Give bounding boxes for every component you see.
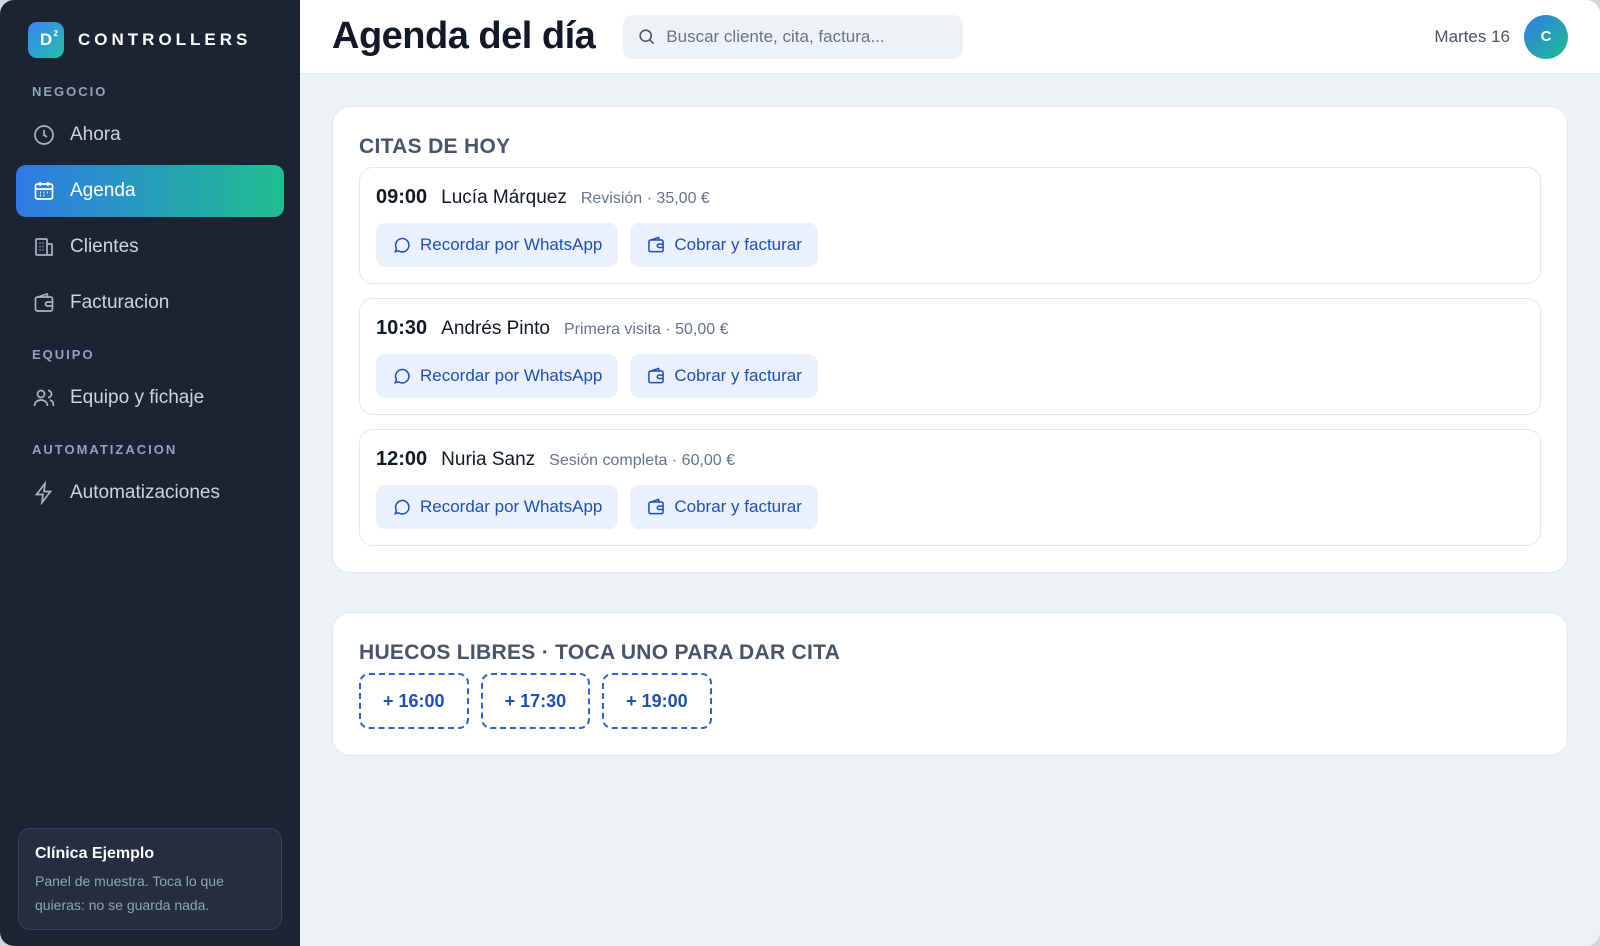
appointment-header: 09:00 Lucía Márquez Revisión · 35,00 € [376, 186, 1524, 209]
remind-whatsapp-button[interactable]: Recordar por WhatsApp [376, 223, 619, 267]
free-slot-button[interactable]: + 17:30 [480, 673, 591, 729]
charge-invoice-button[interactable]: Cobrar y facturar [630, 223, 818, 267]
free-slots-card: HUECOS LIBRES · TOCA UNO PARA DAR CITA +… [332, 612, 1568, 756]
chat-bubble-icon [394, 368, 410, 384]
appointment-item: 10:30 Andrés Pinto Primera visita · 50,0… [359, 298, 1541, 415]
appointment-actions: Recordar por WhatsApp Cobrar y facturar [376, 354, 1524, 398]
appointment-client[interactable]: Andrés Pinto [441, 318, 550, 340]
button-label: Recordar por WhatsApp [420, 497, 603, 516]
appointment-client[interactable]: Nuria Sanz [441, 449, 535, 471]
remind-whatsapp-button[interactable]: Recordar por WhatsApp [376, 485, 619, 529]
sidebar-item-equipo[interactable]: Equipo y fichaje [16, 372, 284, 424]
appointment-item: 12:00 Nuria Sanz Sesión completa · 60,00… [359, 429, 1541, 546]
logo-letter: D [39, 30, 53, 49]
page-title: Agenda del día [332, 15, 596, 57]
free-slot-button[interactable]: + 16:00 [359, 673, 469, 729]
app-window: D2 CONTROLLERS NEGOCIO Ahora Agenda Clie… [0, 0, 1600, 946]
button-label: Recordar por WhatsApp [420, 235, 603, 254]
date-label: Martes 16 [1434, 26, 1510, 46]
charge-invoice-button[interactable]: Cobrar y facturar [630, 485, 818, 529]
button-label: Cobrar y facturar [674, 497, 802, 516]
logo-sup: 2 [53, 29, 58, 38]
section-label-negocio: NEGOCIO [32, 84, 108, 99]
free-slots-title: HUECOS LIBRES · TOCA UNO PARA DAR CITA [359, 641, 841, 664]
appointment-header: 12:00 Nuria Sanz Sesión completa · 60,00… [376, 448, 1524, 471]
top-right: Martes 16 C [1434, 14, 1568, 59]
sidebar-item-label: Facturacion [70, 292, 170, 313]
chat-bubble-icon [394, 499, 410, 515]
search-box[interactable] [623, 14, 964, 59]
appointment-meta: Sesión completa · 60,00 € [549, 452, 736, 469]
search-input[interactable] [666, 26, 927, 47]
sidebar-item-ahora[interactable]: Ahora [16, 109, 284, 161]
free-slots-list: + 16:00 + 17:30 + 19:00 [359, 673, 1541, 729]
clinic-card: Clínica Ejemplo Panel de muestra. Toca l… [18, 828, 282, 930]
wallet-icon [648, 236, 665, 253]
wallet-icon [648, 367, 665, 384]
section-label-equipo: EQUIPO [32, 347, 95, 362]
calendar-icon [34, 182, 54, 200]
search-icon [639, 29, 655, 45]
appointment-actions: Recordar por WhatsApp Cobrar y facturar [376, 223, 1524, 267]
button-label: Cobrar y facturar [674, 235, 802, 254]
users-icon [33, 389, 55, 407]
sidebar: D2 CONTROLLERS NEGOCIO Ahora Agenda Clie… [0, 0, 300, 946]
avatar[interactable]: C [1524, 14, 1568, 59]
charge-invoice-button[interactable]: Cobrar y facturar [630, 354, 818, 398]
button-label: Cobrar y facturar [674, 366, 802, 385]
appointment-actions: Recordar por WhatsApp Cobrar y facturar [376, 485, 1524, 529]
clinic-name: Clínica Ejemplo [35, 845, 155, 862]
brand-logo: D2 [28, 22, 64, 58]
building-icon [35, 238, 53, 256]
appointment-meta: Primera visita · 50,00 € [563, 321, 729, 338]
appointment-time: 10:30 [376, 317, 428, 339]
remind-whatsapp-button[interactable]: Recordar por WhatsApp [376, 354, 619, 398]
wallet-icon [648, 498, 665, 515]
bolt-icon [34, 481, 53, 505]
appointment-time: 09:00 [376, 186, 428, 208]
brand-name: CONTROLLERS [78, 30, 252, 49]
appointment-client[interactable]: Lucía Márquez [441, 187, 567, 209]
sidebar-item-agenda[interactable]: Agenda [16, 165, 284, 217]
clinic-description: Panel de muestra. Toca lo que quieras: n… [35, 873, 224, 913]
sidebar-item-automatizaciones[interactable]: Automatizaciones [16, 467, 284, 519]
sidebar-item-label: Automatizaciones [70, 482, 220, 503]
appointment-item: 09:00 Lucía Márquez Revisión · 35,00 € R… [359, 167, 1541, 284]
chat-bubble-icon [394, 237, 410, 253]
button-label: Recordar por WhatsApp [420, 366, 603, 385]
appointment-time: 12:00 [376, 448, 428, 470]
appointments-card: CITAS DE HOY 09:00 Lucía Márquez Revisió… [332, 106, 1568, 573]
sidebar-item-label: Agenda [70, 180, 136, 201]
sidebar-item-label: Clientes [70, 236, 139, 257]
sidebar-item-label: Ahora [70, 124, 121, 145]
wallet-icon [34, 292, 54, 312]
main-content: Agenda del día Martes 16 C CITAS DE HOY … [300, 0, 1600, 946]
appointments-title: CITAS DE HOY [359, 135, 511, 158]
brand[interactable]: D2 CONTROLLERS [16, 22, 284, 58]
clock-icon [34, 125, 54, 145]
sidebar-item-facturacion[interactable]: Facturacion [16, 277, 284, 329]
section-label-automatizacion: AUTOMATIZACION [32, 442, 178, 457]
sidebar-item-clientes[interactable]: Clientes [16, 221, 284, 273]
free-slot-button[interactable]: + 19:00 [602, 673, 712, 729]
sidebar-item-label: Equipo y fichaje [70, 387, 205, 408]
appointment-header: 10:30 Andrés Pinto Primera visita · 50,0… [376, 317, 1524, 340]
topbar: Agenda del día Martes 16 C [300, 0, 1600, 74]
appointment-meta: Revisión · 35,00 € [580, 190, 710, 207]
